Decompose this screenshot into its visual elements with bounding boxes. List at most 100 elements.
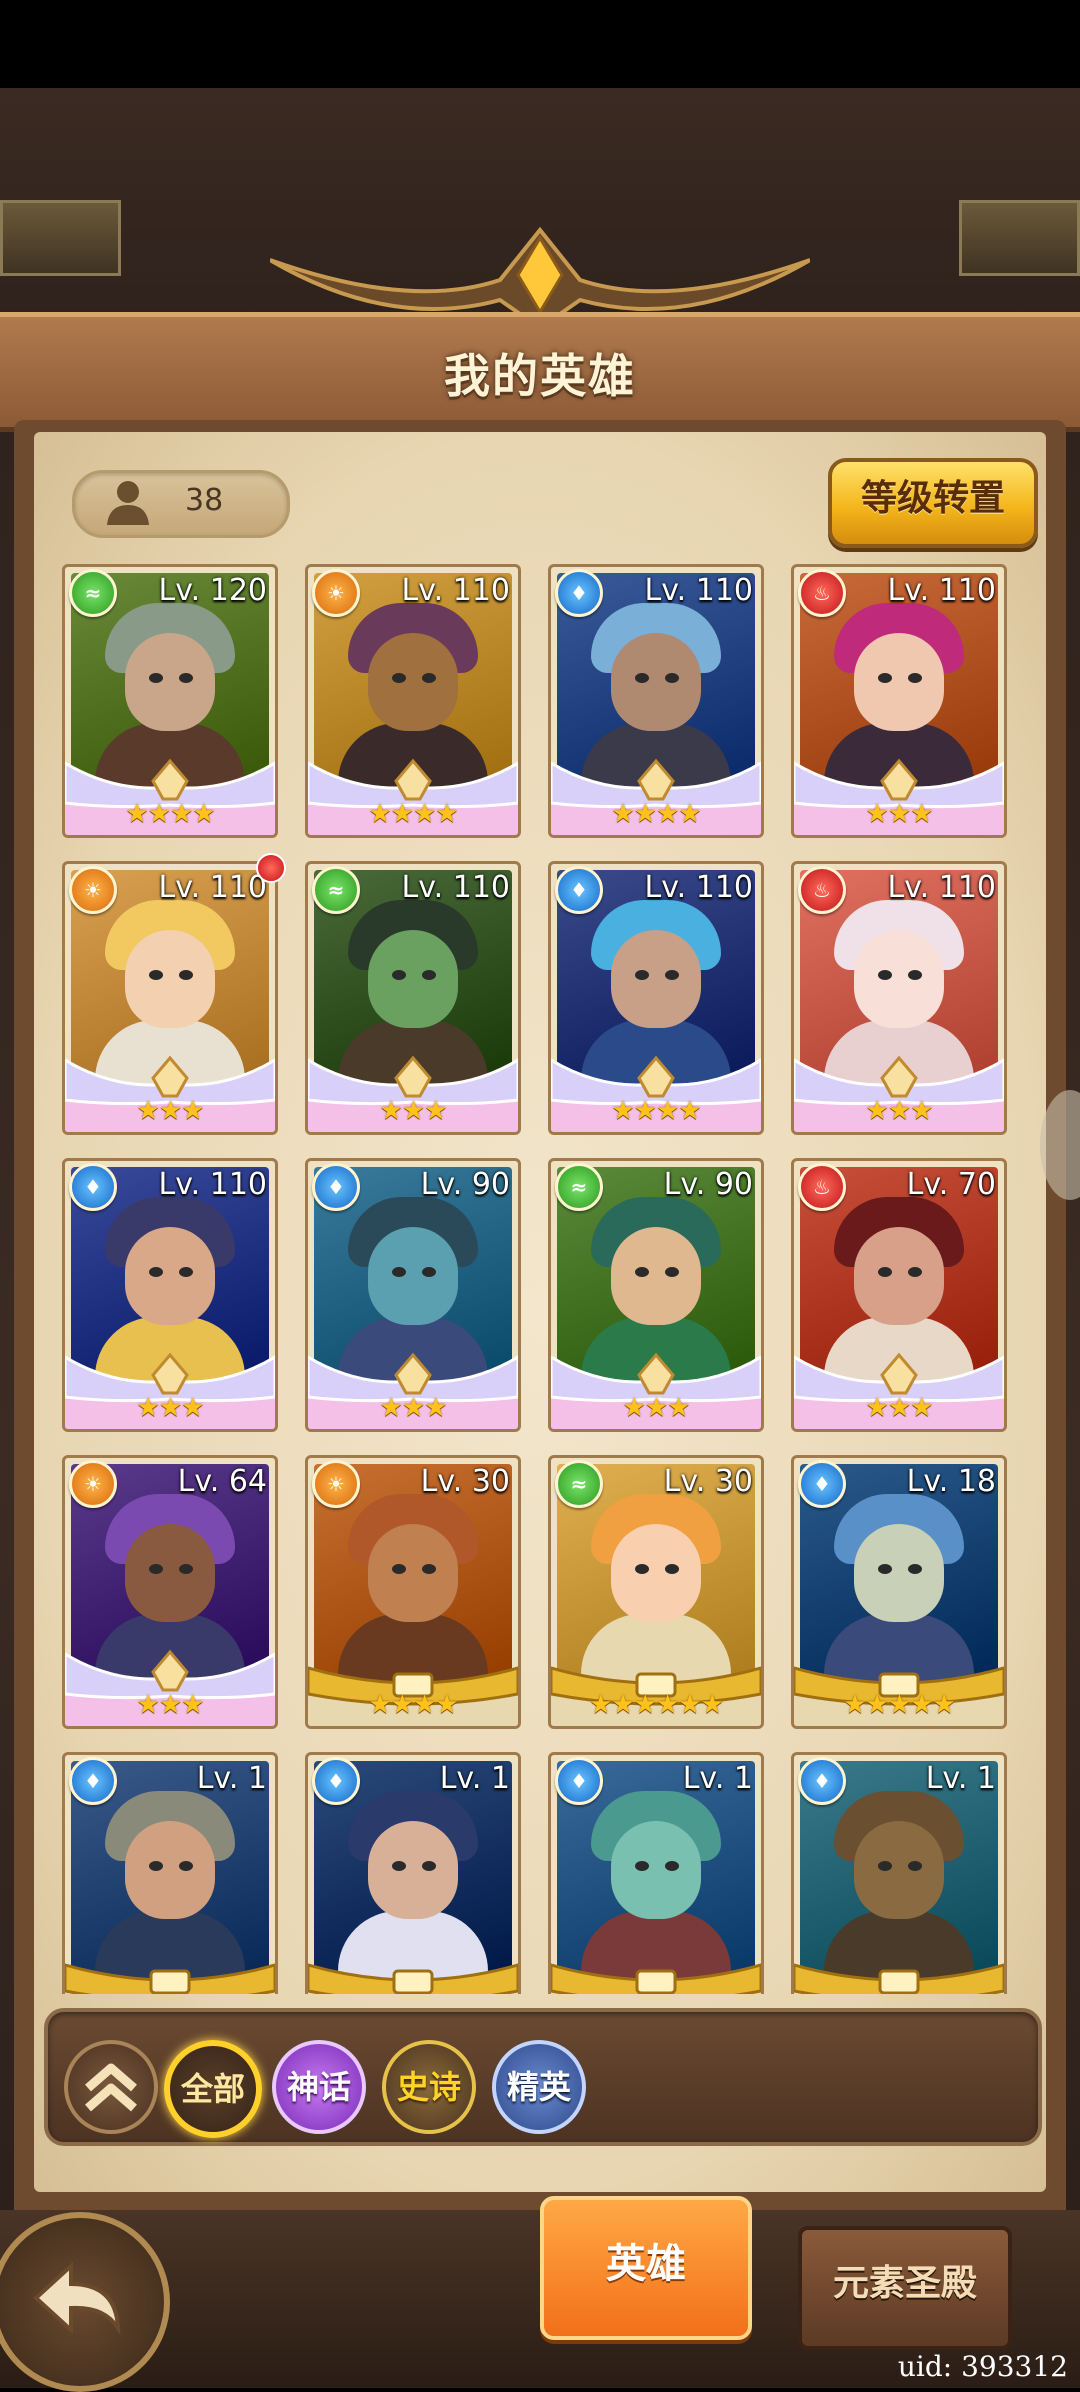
person-icon (107, 481, 149, 525)
hero-card[interactable]: ★★★★ Lv. 110 ☀ (305, 564, 521, 838)
light-element-icon: ☀ (69, 866, 117, 914)
hero-eye (179, 970, 193, 980)
hero-eye (179, 1267, 193, 1277)
status-bar (0, 0, 1080, 88)
hero-eye (422, 970, 436, 980)
hero-card[interactable]: ★★★ Lv. 90 ≈ (548, 1158, 764, 1432)
hero-eye (422, 1861, 436, 1871)
hero-card[interactable]: ★★★★ Lv. 120 ≈ (62, 564, 278, 838)
hero-card[interactable]: ★★★★★ Lv. 18 ♦ (791, 1455, 1007, 1729)
hero-face (368, 930, 458, 1028)
water-element-icon: ♦ (555, 1757, 603, 1805)
hero-card[interactable]: Lv. 1 ♦ (62, 1752, 278, 1994)
filter-all-button[interactable]: 全部 (164, 2040, 262, 2138)
hero-card[interactable]: ★★★ Lv. 110 ♨ (791, 861, 1007, 1135)
hero-eye (635, 1861, 649, 1871)
hero-eye (908, 970, 922, 980)
hero-card[interactable]: ★★★ Lv. 110 ≈ (305, 861, 521, 1135)
gold-rank-frame (308, 1963, 518, 1994)
hero-card[interactable]: ★★★★ Lv. 110 ♦ (548, 564, 764, 838)
hero-eye (665, 1564, 679, 1574)
hero-eye (179, 1861, 193, 1871)
hero-stars: ★★★ (865, 799, 934, 829)
hero-face (125, 1227, 215, 1325)
level-reset-button[interactable]: 等级转置 (828, 458, 1038, 548)
hero-level: Lv. 1 (682, 1761, 753, 1796)
hero-face (368, 1821, 458, 1919)
hero-level: Lv. 1 (196, 1761, 267, 1796)
hero-eye (179, 673, 193, 683)
level-reset-label: 等级转置 (860, 478, 1005, 519)
hero-eye (878, 970, 892, 980)
page-title: 我的英雄 (444, 349, 636, 403)
hero-face (611, 1524, 701, 1622)
light-element-icon: ☀ (312, 569, 360, 617)
water-element-icon: ♦ (798, 1757, 846, 1805)
hero-card[interactable]: ★★★★ Lv. 110 ♦ (548, 861, 764, 1135)
hero-eye (149, 1564, 163, 1574)
hero-eye (392, 1267, 406, 1277)
hero-level: Lv. 30 (663, 1464, 753, 1499)
hero-face (368, 1524, 458, 1622)
water-element-icon: ♦ (555, 569, 603, 617)
hero-card[interactable]: ★★★★★★ Lv. 30 ≈ (548, 1455, 764, 1729)
hero-eye (908, 673, 922, 683)
hero-level: Lv. 110 (401, 573, 510, 608)
hero-eye (635, 1267, 649, 1277)
hero-eye (878, 673, 892, 683)
light-element-icon: ☀ (312, 1460, 360, 1508)
hero-stars: ★★★★ (611, 1096, 701, 1126)
tab-element-temple[interactable]: 元素圣殿 (798, 2226, 1012, 2350)
hero-eye (149, 1861, 163, 1871)
hero-eye (635, 970, 649, 980)
hero-level: Lv. 110 (158, 1167, 267, 1202)
hero-level: Lv. 90 (420, 1167, 510, 1202)
tab-temple-label: 元素圣殿 (832, 2263, 977, 2304)
hero-level: Lv. 70 (906, 1167, 996, 1202)
hero-level: Lv. 30 (420, 1464, 510, 1499)
hero-eye (392, 1564, 406, 1574)
hero-face (611, 1227, 701, 1325)
wind-element-icon: ≈ (555, 1163, 603, 1211)
hero-card[interactable]: ★★★ Lv. 70 ♨ (791, 1158, 1007, 1432)
hero-eye (908, 1267, 922, 1277)
hero-count: 38 (185, 483, 224, 518)
hero-card[interactable]: Lv. 1 ♦ (791, 1752, 1007, 1994)
hero-level: Lv. 110 (158, 870, 267, 905)
hero-card[interactable]: Lv. 1 ♦ (305, 1752, 521, 1994)
wind-element-icon: ≈ (69, 569, 117, 617)
tab-hero[interactable]: 英雄 (540, 2196, 752, 2340)
gold-rank-frame (65, 1963, 275, 1994)
hero-eye (149, 673, 163, 683)
hero-eye (635, 673, 649, 683)
hero-stars: ★★★ (136, 1690, 205, 1720)
fire-element-icon: ♨ (798, 866, 846, 914)
notification-dot (256, 853, 286, 883)
hero-eye (878, 1861, 892, 1871)
hero-card[interactable]: ★★★★ Lv. 30 ☀ (305, 1455, 521, 1729)
water-element-icon: ♦ (555, 866, 603, 914)
double-chevron-up-icon[interactable] (64, 2040, 158, 2134)
hero-count-badge: 38 (72, 470, 290, 538)
filter-epic-button[interactable]: 史诗 (382, 2040, 476, 2134)
filter-myth-button[interactable]: 神话 (272, 2040, 366, 2134)
hero-card[interactable]: ★★★ Lv. 64 ☀ (62, 1455, 278, 1729)
hero-stars: ★★★★ (368, 799, 458, 829)
hero-face (125, 930, 215, 1028)
hero-eye (908, 1861, 922, 1871)
hero-eye (908, 1564, 922, 1574)
hero-face (368, 633, 458, 731)
hero-card[interactable]: ★★★ Lv. 110 ♦ (62, 1158, 278, 1432)
hero-card[interactable]: ★★★ Lv. 110 ♨ (791, 564, 1007, 838)
hero-card[interactable]: Lv. 1 ♦ (548, 1752, 764, 1994)
hero-level: Lv. 120 (158, 573, 267, 608)
hero-face (854, 633, 944, 731)
hero-face (611, 1821, 701, 1919)
hero-face (368, 1227, 458, 1325)
hero-face (125, 633, 215, 731)
hero-card[interactable]: ★★★ Lv. 90 ♦ (305, 1158, 521, 1432)
filter-elite-button[interactable]: 精英 (492, 2040, 586, 2134)
hero-stars: ★★★ (379, 1096, 448, 1126)
hero-card[interactable]: ★★★ Lv. 110 ☀ (62, 861, 278, 1135)
collapse-chevrons (85, 2063, 137, 2112)
